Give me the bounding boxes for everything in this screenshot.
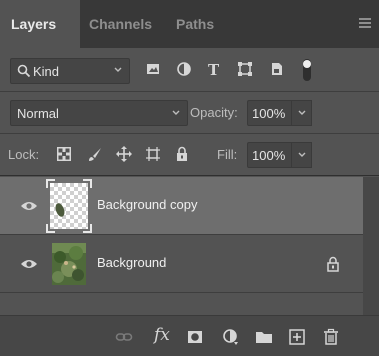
visibility-eye-icon[interactable] (20, 258, 38, 270)
search-icon (17, 64, 31, 78)
thumbnail-content (55, 203, 65, 217)
layer-style-icon[interactable]: fx (154, 325, 170, 345)
filter-toggle-icon[interactable] (302, 58, 312, 82)
new-group-icon[interactable] (255, 328, 273, 346)
opacity-dropdown-button[interactable] (292, 100, 312, 126)
photo-thumbnail-image (52, 243, 86, 285)
svg-text:T: T (208, 61, 220, 78)
layer-lock-icon (327, 256, 339, 272)
lock-image-pixels-icon[interactable] (87, 146, 103, 162)
lock-all-icon[interactable] (174, 146, 190, 162)
opacity-label: Opacity: (190, 105, 238, 120)
filter-kind-select[interactable]: Kind (10, 58, 130, 84)
layer-name: Background (97, 255, 167, 270)
blend-mode-value: Normal (17, 106, 59, 121)
layers-scrollbar[interactable] (363, 177, 379, 315)
lock-artboard-icon[interactable] (145, 146, 161, 162)
tab-paths[interactable]: Paths (176, 0, 214, 48)
layer-name: Background copy (97, 197, 198, 212)
blend-mode-select[interactable]: Normal (10, 100, 188, 126)
new-layer-icon[interactable] (288, 328, 306, 346)
shape-filter-icon[interactable] (236, 60, 254, 78)
layer-thumbnail (52, 243, 86, 285)
layer-row-background-copy[interactable]: Background copy (0, 177, 363, 235)
delete-layer-icon[interactable] (322, 328, 340, 346)
lock-position-icon[interactable] (116, 146, 132, 162)
layers-bottom-toolbar: fx (0, 315, 379, 356)
filter-kind-label: Kind (33, 64, 60, 79)
tab-layers[interactable]: Layers (0, 0, 80, 48)
opacity-input[interactable]: 100% (247, 100, 292, 126)
adjustment-filter-icon[interactable] (175, 60, 193, 78)
tab-channels[interactable]: Channels (89, 0, 152, 48)
lock-fill-row: Lock: Fill: 100% (0, 134, 379, 176)
layer-row-background[interactable]: Background (0, 235, 363, 293)
new-adjustment-layer-icon[interactable] (222, 328, 240, 346)
fill-label: Fill: (217, 147, 238, 162)
fill-input[interactable]: 100% (247, 142, 292, 168)
fill-value: 100% (252, 148, 286, 163)
smart-object-filter-icon[interactable] (268, 60, 286, 78)
visibility-eye-icon[interactable] (20, 200, 38, 212)
add-mask-icon[interactable] (186, 328, 204, 346)
lock-label: Lock: (8, 147, 40, 162)
lock-transparent-pixels-icon[interactable] (56, 146, 72, 162)
layer-thumbnail (50, 183, 88, 229)
layers-panel: Layers Channels Paths Kind T Normal Opac… (0, 0, 379, 356)
type-filter-icon[interactable]: T (205, 60, 223, 78)
layer-filter-row: Kind T (0, 48, 379, 92)
fill-dropdown-button[interactable] (292, 142, 312, 168)
chevron-down-icon (298, 110, 306, 115)
panel-tab-bar: Layers Channels Paths (0, 0, 379, 48)
layers-list: Background copy Background (0, 177, 363, 315)
link-layers-icon[interactable] (115, 328, 133, 346)
panel-menu-icon[interactable] (359, 18, 371, 28)
image-filter-icon[interactable] (144, 60, 162, 78)
chevron-down-icon (172, 110, 180, 115)
chevron-down-icon (298, 152, 306, 157)
chevron-down-icon (114, 67, 122, 72)
opacity-value: 100% (252, 106, 286, 121)
blend-opacity-row: Normal Opacity: 100% (0, 92, 379, 134)
